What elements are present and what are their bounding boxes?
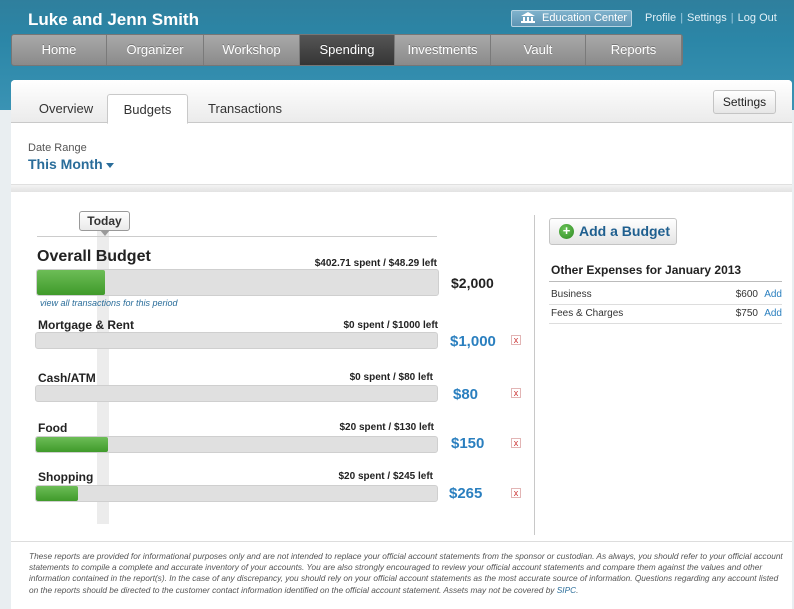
- row-divider: [549, 323, 782, 324]
- other-expense-name: Business: [551, 289, 592, 300]
- budget-amount[interactable]: $265: [449, 485, 482, 502]
- link-separator: |: [680, 12, 684, 24]
- budget-name[interactable]: Food: [38, 421, 67, 435]
- nav-workshop[interactable]: Workshop: [204, 35, 300, 65]
- delete-budget-icon[interactable]: x: [511, 335, 521, 345]
- other-expense-amount: $750: [735, 308, 758, 319]
- nav-home[interactable]: Home: [12, 35, 107, 65]
- plus-icon: +: [559, 224, 574, 239]
- budget-name[interactable]: Shopping: [38, 470, 93, 484]
- education-center-button[interactable]: Education Center: [511, 10, 632, 27]
- other-expenses-rule: [549, 281, 782, 282]
- add-budget-label: Add a Budget: [579, 223, 670, 239]
- budget-progress-bar: [35, 332, 438, 349]
- caret-down-icon: [105, 162, 114, 168]
- budget-spent-text: $20 spent / $245 left: [338, 471, 434, 482]
- add-expense-link[interactable]: Add: [764, 308, 782, 319]
- user-name: Luke and Jenn Smith: [28, 10, 199, 29]
- link-separator: |: [730, 12, 734, 24]
- budget-spent-text: $0 spent / $1000 left: [343, 320, 439, 331]
- budget-amount[interactable]: $80: [453, 386, 478, 403]
- other-expense-amount: $600: [735, 289, 758, 300]
- date-range-value: This Month: [28, 156, 103, 172]
- other-expenses-title: Other Expenses for January 2013: [551, 263, 742, 277]
- disclaimer-end: .: [576, 584, 579, 595]
- budget-header-rule: [37, 236, 437, 237]
- budget-spent-text: $0 spent / $80 left: [349, 372, 433, 383]
- tab-overview[interactable]: Overview: [29, 94, 103, 123]
- overall-progress-fill: [37, 270, 106, 295]
- nav-reports[interactable]: Reports: [586, 35, 682, 65]
- other-expense-name: Fees & Charges: [551, 308, 624, 319]
- delete-budget-icon[interactable]: x: [511, 488, 521, 498]
- nav-vault[interactable]: Vault: [491, 35, 586, 65]
- logout-link[interactable]: Log Out: [738, 12, 777, 24]
- column-divider: [534, 215, 535, 535]
- other-expense-row: Business $600 Add: [551, 289, 782, 300]
- add-budget-button[interactable]: + Add a Budget: [549, 218, 677, 245]
- nav-organizer[interactable]: Organizer: [107, 35, 204, 65]
- footer-divider: [11, 541, 792, 542]
- nav-investments[interactable]: Investments: [395, 35, 491, 65]
- budget-name[interactable]: Cash/ATM: [38, 371, 96, 385]
- disclaimer-body: These reports are provided for informati…: [29, 551, 783, 595]
- today-marker: Today: [79, 211, 130, 236]
- date-range-label: Date Range: [28, 142, 87, 154]
- delete-budget-icon[interactable]: x: [511, 438, 521, 448]
- education-center-label: Education Center: [542, 12, 627, 24]
- budget-amount[interactable]: $1,000: [450, 333, 496, 350]
- tab-budgets[interactable]: Budgets: [107, 94, 188, 124]
- sipc-link[interactable]: SIPC: [557, 585, 576, 595]
- disclaimer-text: These reports are provided for informati…: [29, 551, 784, 596]
- budget-amount[interactable]: $150: [451, 435, 484, 452]
- budget-progress-bar: [35, 436, 438, 453]
- section-divider: [11, 184, 792, 192]
- top-bar: Luke and Jenn Smith Education Center Pro…: [0, 0, 794, 36]
- row-divider: [549, 304, 782, 305]
- budget-progress-fill: [36, 486, 79, 501]
- budget-name[interactable]: Mortgage & Rent: [38, 318, 134, 332]
- overall-spent-text: $402.71 spent / $48.29 left: [314, 258, 437, 269]
- bank-icon: [521, 12, 535, 23]
- delete-budget-icon[interactable]: x: [511, 388, 521, 398]
- budget-progress-fill: [36, 437, 109, 452]
- tab-transactions[interactable]: Transactions: [201, 94, 289, 123]
- main-nav: Home Organizer Workshop Spending Investm…: [11, 34, 683, 66]
- overall-budget-title: Overall Budget: [37, 248, 151, 265]
- date-range-select[interactable]: This Month: [28, 156, 114, 172]
- add-expense-link[interactable]: Add: [764, 289, 782, 300]
- view-all-transactions-link[interactable]: view all transactions for this period: [40, 298, 178, 308]
- budget-progress-bar: [35, 385, 438, 402]
- budget-progress-bar: [35, 485, 438, 502]
- overall-amount: $2,000: [451, 275, 494, 291]
- settings-button[interactable]: Settings: [713, 90, 776, 114]
- settings-link[interactable]: Settings: [687, 12, 727, 24]
- sub-tab-bar: Overview Budgets Transactions Settings: [11, 80, 792, 124]
- other-expense-row: Fees & Charges $750 Add: [551, 308, 782, 319]
- budget-spent-text: $20 spent / $130 left: [339, 422, 435, 433]
- overall-progress-bar: [36, 269, 439, 296]
- nav-spending[interactable]: Spending: [300, 35, 395, 65]
- profile-link[interactable]: Profile: [645, 12, 676, 24]
- account-links: Profile | Settings | Log Out: [645, 12, 777, 24]
